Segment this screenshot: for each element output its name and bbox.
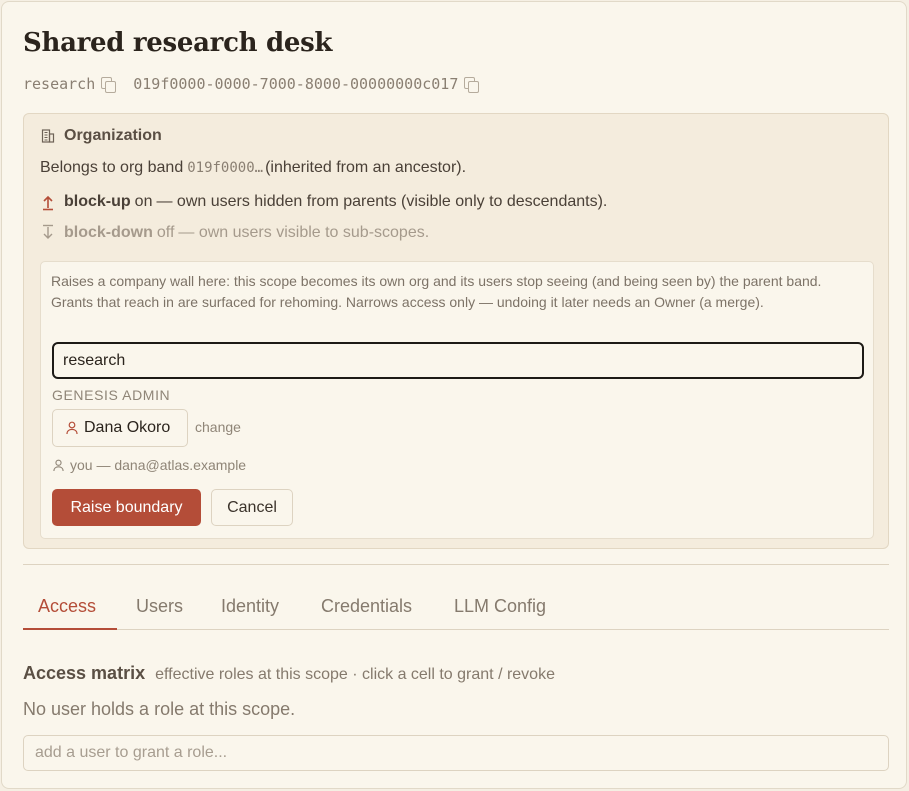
block-up-line: block-up on — own users hidden from pare… bbox=[40, 193, 607, 211]
empty-state-text: No user holds a role at this scope. bbox=[23, 699, 296, 719]
organization-heading: Organization bbox=[40, 127, 162, 145]
active-tab-indicator bbox=[23, 628, 117, 630]
block-up-label: block-up bbox=[64, 193, 131, 210]
section-divider bbox=[23, 564, 889, 565]
arrow-down-icon bbox=[43, 224, 53, 239]
arrow-up-icon bbox=[43, 195, 53, 211]
user-icon bbox=[66, 421, 78, 435]
block-down-line: block-down off — own users visible to su… bbox=[40, 224, 429, 242]
tab-bar: Access Users Identity Credentials LLM Co… bbox=[23, 592, 889, 630]
copy-id-icon[interactable] bbox=[464, 77, 480, 93]
org-band-line: Belongs to org band 019f0000… (inherited… bbox=[40, 159, 467, 176]
access-matrix-subtitle: effective roles at this scope · click a … bbox=[155, 666, 555, 683]
admin-name: Dana Okoro bbox=[84, 419, 171, 436]
page-title: Shared research desk bbox=[23, 28, 333, 58]
block-down-label: block-down bbox=[64, 224, 153, 241]
raise-boundary-button[interactable]: Raise boundary bbox=[52, 489, 201, 526]
tab-llm-config[interactable]: LLM Config bbox=[454, 596, 546, 617]
add-user-input[interactable] bbox=[23, 735, 889, 771]
access-matrix-header: Access matrix effective roles at this sc… bbox=[23, 663, 555, 684]
cancel-button[interactable]: Cancel bbox=[211, 489, 293, 526]
change-admin-link[interactable]: change bbox=[195, 419, 241, 435]
scope-id: 019f0000-0000-7000-8000-00000000c017 bbox=[133, 75, 459, 93]
current-user-note: you — dana@atlas.example bbox=[53, 457, 246, 473]
building-icon bbox=[41, 129, 55, 143]
scope-slug: research bbox=[23, 75, 96, 93]
tab-identity[interactable]: Identity bbox=[221, 596, 279, 617]
scope-panel: Shared research desk research 019f0000-0… bbox=[1, 1, 907, 789]
copy-slug-icon[interactable] bbox=[101, 77, 117, 93]
raise-description: Raises a company wall here: this scope b… bbox=[51, 273, 822, 310]
block-up-state: on bbox=[134, 193, 153, 210]
organization-card: Organization Belongs to org band 019f000… bbox=[23, 113, 889, 549]
user-icon bbox=[53, 459, 64, 471]
raise-boundary-form: Raises a company wall here: this scope b… bbox=[40, 261, 874, 539]
genesis-admin-chip[interactable]: Dana Okoro bbox=[52, 409, 188, 447]
tab-users[interactable]: Users bbox=[136, 596, 183, 617]
band-id: 019f0000… bbox=[187, 160, 264, 176]
tab-credentials[interactable]: Credentials bbox=[321, 596, 412, 617]
id-row: research 019f0000-0000-7000-8000-0000000… bbox=[23, 74, 496, 94]
org-name-input[interactable] bbox=[52, 342, 864, 379]
access-matrix-title: Access matrix bbox=[23, 663, 146, 683]
block-down-state: off bbox=[156, 224, 175, 241]
genesis-admin-label: GENESIS ADMIN bbox=[52, 387, 171, 403]
tab-access[interactable]: Access bbox=[38, 596, 96, 617]
